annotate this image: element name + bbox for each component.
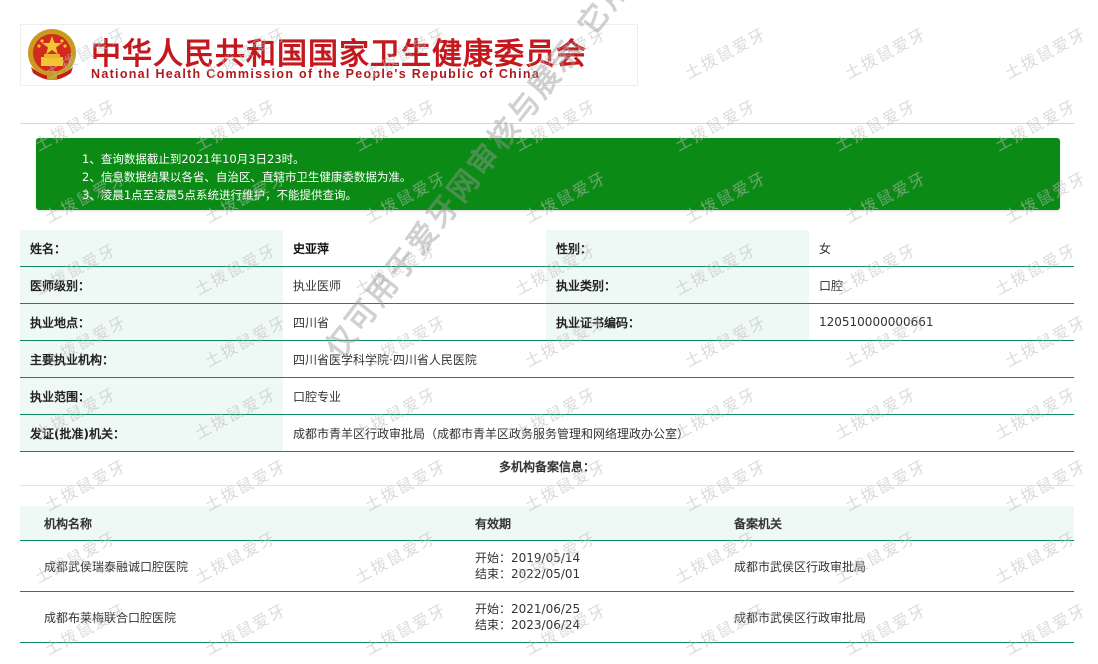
- issuer-label: 发证(批准)机关：: [20, 414, 283, 452]
- multi-org-table: 机构名称 有效期 备案机关 成都武侯瑞泰融诚口腔医院 开始：2019/05/14…: [20, 506, 1074, 643]
- watermark-text: 土拨鼠爱牙: [681, 23, 770, 83]
- agency-title-en: National Health Commission of the People…: [91, 67, 541, 81]
- gender-label: 性别：: [546, 230, 809, 267]
- page: 中华人民共和国国家卫生健康委员会 National Health Commiss…: [0, 0, 1098, 664]
- info-row-name: 姓名： 史亚萍 性别： 女: [20, 230, 1074, 267]
- category-label: 执业类别：: [546, 266, 809, 304]
- watermark-text: 土拨鼠爱牙: [1001, 23, 1090, 83]
- scope-value: 口腔专业: [283, 377, 1074, 415]
- info-row-level: 医师级别： 执业医师 执业类别： 口腔: [20, 266, 1074, 304]
- notice-list: 1、查询数据截止到2021年10月3日23时。 2、信息数据结果以各省、自治区、…: [36, 138, 1060, 204]
- info-row-org: 主要执业机构： 四川省医学科学院·四川省人民医院: [20, 340, 1074, 378]
- watermark-text: 土拨鼠爱牙: [841, 23, 930, 83]
- period-start: 开始：2019/05/14: [475, 551, 581, 565]
- org-name-cell: 成都布莱梅联合口腔医院: [20, 591, 451, 643]
- table-row: 成都布莱梅联合口腔医院 开始：2021/06/25 结束：2023/06/24 …: [20, 591, 1074, 643]
- level-label: 医师级别：: [20, 266, 283, 304]
- org-value: 四川省医学科学院·四川省人民医院: [283, 340, 1074, 378]
- period-cell: 开始：2021/06/25 结束：2023/06/24: [451, 591, 710, 643]
- period-start: 开始：2021/06/25: [475, 602, 581, 616]
- org-name-cell: 成都武侯瑞泰融诚口腔医院: [20, 540, 451, 592]
- authority-cell: 成都市武侯区行政审批局: [710, 591, 1074, 643]
- info-row-location: 执业地点： 四川省 执业证书编码： 120510000000661: [20, 303, 1074, 341]
- name-label: 姓名：: [20, 230, 283, 267]
- notice-item: 2、信息数据结果以各省、自治区、直辖市卫生健康委数据为准。: [82, 170, 412, 184]
- multi-org-header-row: 机构名称 有效期 备案机关: [20, 506, 1074, 541]
- category-value: 口腔: [809, 266, 1074, 304]
- issuer-value: 成都市青羊区行政审批局（成都市青羊区政务服务管理和网络理政办公室）: [283, 414, 1074, 452]
- scope-label: 执业范围：: [20, 377, 283, 415]
- gender-value: 女: [809, 230, 1074, 267]
- header-divider: [20, 123, 1074, 124]
- multi-org-title: 多机构备案信息：: [498, 460, 595, 474]
- location-value: 四川省: [283, 303, 546, 341]
- doctor-info-table: 姓名： 史亚萍 性别： 女 医师级别： 执业医师 执业类别： 口腔 执业地点： …: [20, 230, 1074, 452]
- period-cell: 开始：2019/05/14 结束：2022/05/01: [451, 540, 710, 592]
- name-value: 史亚萍: [283, 230, 546, 267]
- multi-org-divider: [20, 485, 1074, 486]
- table-row: 成都武侯瑞泰融诚口腔医院 开始：2019/05/14 结束：2022/05/01…: [20, 540, 1074, 592]
- info-row-issuer: 发证(批准)机关： 成都市青羊区行政审批局（成都市青羊区政务服务管理和网络理政办…: [20, 414, 1074, 452]
- period-end: 结束：2023/06/24: [475, 618, 581, 632]
- site-header: 中华人民共和国国家卫生健康委员会 National Health Commiss…: [20, 24, 638, 86]
- cert-label: 执业证书编码：: [546, 303, 809, 341]
- column-header-org: 机构名称: [20, 506, 451, 541]
- notice-item: 3、凌晨1点至凌晨5点系统进行维护，不能提供查询。: [82, 188, 357, 202]
- location-label: 执业地点：: [20, 303, 283, 341]
- notice-box: 1、查询数据截止到2021年10月3日23时。 2、信息数据结果以各省、自治区、…: [36, 138, 1060, 210]
- column-header-period: 有效期: [451, 506, 710, 541]
- info-row-scope: 执业范围： 口腔专业: [20, 377, 1074, 415]
- authority-cell: 成都市武侯区行政审批局: [710, 540, 1074, 592]
- period-end: 结束：2022/05/01: [475, 567, 581, 581]
- org-label: 主要执业机构：: [20, 340, 283, 378]
- notice-item: 1、查询数据截止到2021年10月3日23时。: [82, 152, 305, 166]
- cert-value: 120510000000661: [809, 303, 1074, 341]
- level-value: 执业医师: [283, 266, 546, 304]
- national-emblem-icon: [28, 29, 76, 80]
- column-header-authority: 备案机关: [710, 506, 1074, 541]
